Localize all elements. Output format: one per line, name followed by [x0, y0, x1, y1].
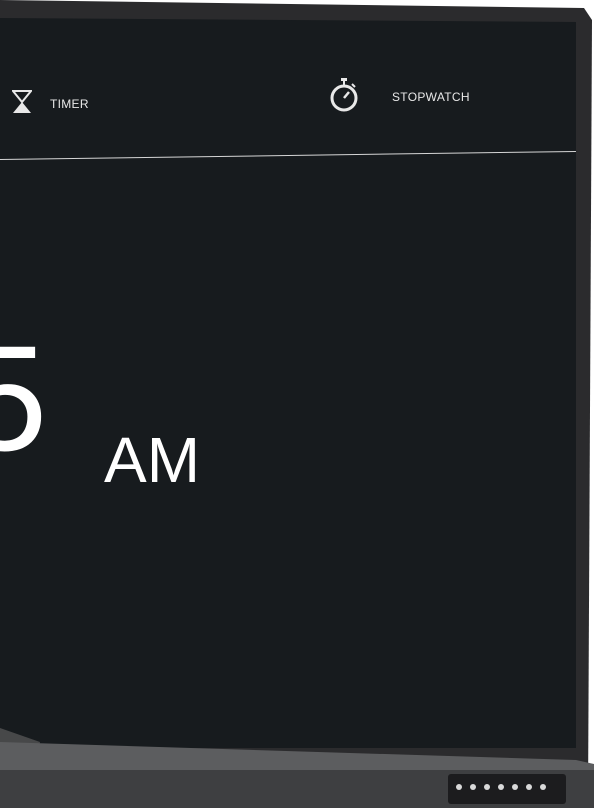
- control-button[interactable]: [540, 784, 546, 790]
- control-button[interactable]: [456, 784, 462, 790]
- hourglass-icon: [10, 90, 34, 117]
- control-button[interactable]: [526, 784, 532, 790]
- monitor-mockup: TIMER STOPWATCH 5 AM: [0, 0, 594, 808]
- tab-timer-label: TIMER: [50, 96, 89, 111]
- control-button[interactable]: [512, 784, 518, 790]
- tab-stopwatch-label: STOPWATCH: [392, 89, 470, 104]
- control-button[interactable]: [484, 784, 490, 790]
- header-divider: [0, 150, 576, 160]
- control-button[interactable]: [498, 784, 504, 790]
- control-button[interactable]: [470, 784, 476, 790]
- tab-stopwatch[interactable]: STOPWATCH: [330, 78, 470, 115]
- monitor-control-panel: [448, 774, 566, 804]
- clock-time-digit: 5: [0, 314, 48, 482]
- clock-period: AM: [104, 424, 200, 496]
- clock-app-screen: TIMER STOPWATCH 5 AM: [0, 18, 576, 748]
- tab-timer[interactable]: TIMER: [10, 90, 89, 117]
- stopwatch-icon: [330, 78, 358, 115]
